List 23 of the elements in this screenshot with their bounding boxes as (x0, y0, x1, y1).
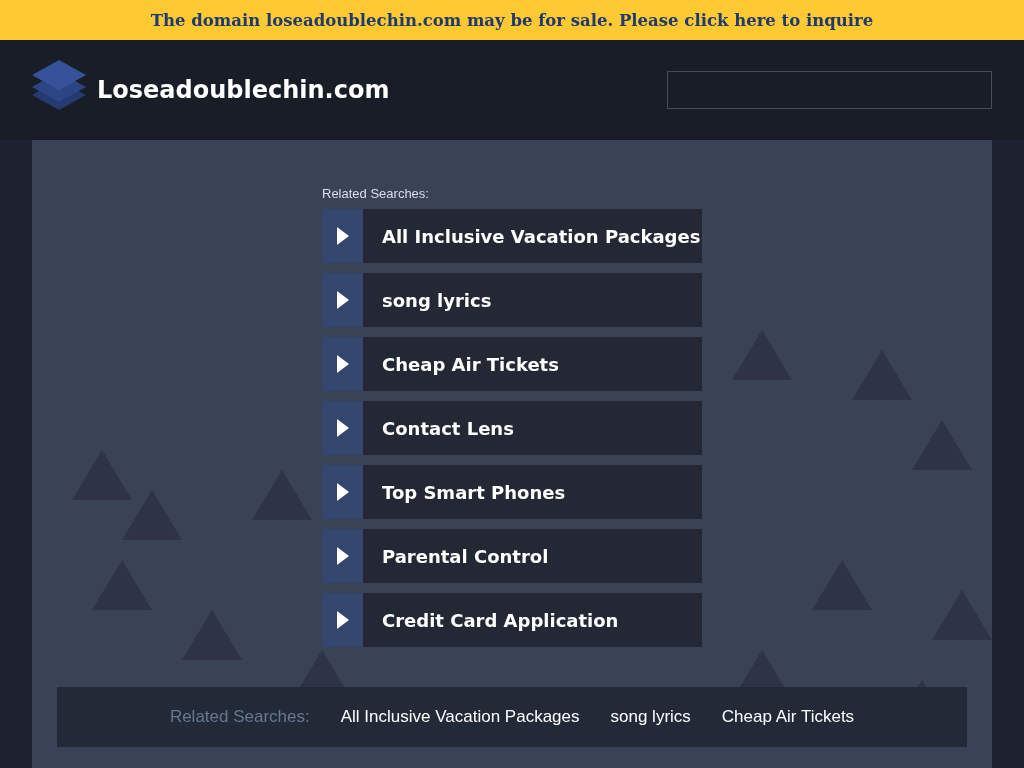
search-field[interactable] (667, 71, 992, 109)
play-arrow-icon (336, 611, 349, 629)
related-search-link[interactable]: All Inclusive Vacation Packages (322, 209, 702, 263)
related-search-link[interactable]: Parental Control (322, 529, 702, 583)
play-arrow-icon (336, 547, 349, 565)
play-arrow-icon (336, 291, 349, 309)
related-search-link[interactable]: Credit Card Application (322, 593, 702, 647)
related-search-link[interactable]: Contact Lens (322, 401, 702, 455)
sale-banner[interactable]: The domain loseadoublechin.com may be for sale. Please click here to inquire (0, 0, 1024, 40)
footer-link[interactable]: All Inclusive Vacation Packages (340, 707, 580, 727)
play-arrow-icon (336, 483, 349, 501)
play-arrow-icon (336, 355, 349, 373)
play-arrow-icon (336, 419, 349, 437)
footer-label: Related Searches: (169, 707, 310, 727)
site-name: Loseadoublechin.com (97, 76, 390, 104)
related-search-link[interactable]: song lyrics (322, 273, 702, 327)
footer-link[interactable]: song lyrics (610, 707, 691, 727)
related-search-link[interactable]: Top Smart Phones (322, 465, 702, 519)
play-arrow-icon (336, 227, 349, 245)
footer-link[interactable]: Cheap Air Tickets (721, 707, 855, 727)
related-search-link[interactable]: Cheap Air Tickets (322, 337, 702, 391)
related-searches-label: Related Searches: (322, 186, 430, 201)
triangle-shape (932, 590, 992, 640)
